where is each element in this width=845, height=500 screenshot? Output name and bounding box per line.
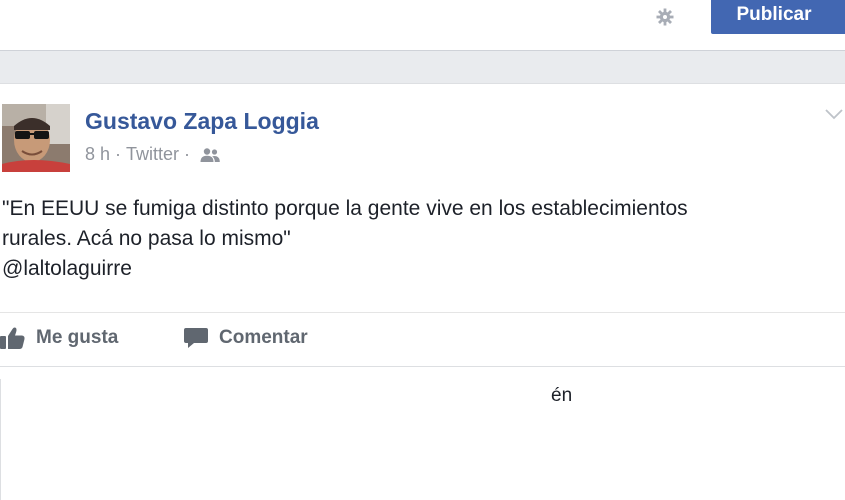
next-post-area: én bbox=[0, 367, 845, 500]
chevron-down-icon[interactable] bbox=[824, 106, 844, 122]
comment-label: Comentar bbox=[219, 327, 308, 348]
gear-icon[interactable] bbox=[655, 7, 675, 27]
partial-text: én bbox=[551, 385, 573, 406]
comment-button[interactable]: Comentar bbox=[183, 326, 308, 350]
composer-footer: Publicar bbox=[0, 0, 845, 51]
meta-separator: · bbox=[184, 144, 191, 164]
post-text-line: rurales. Acá no pasa lo mismo" bbox=[2, 227, 291, 250]
publish-button[interactable]: Publicar bbox=[711, 0, 845, 34]
avatar[interactable] bbox=[2, 104, 70, 172]
post-meta: 8 h · Twitter · bbox=[85, 144, 221, 165]
post-timestamp[interactable]: 8 h bbox=[85, 144, 110, 165]
redacted-block bbox=[0, 379, 553, 500]
post-text-line: @laltolaguirre bbox=[2, 257, 132, 280]
post-source: Twitter bbox=[126, 144, 180, 164]
post-text: "En EEUU se fumiga distinto porque la ge… bbox=[2, 194, 832, 284]
like-label: Me gusta bbox=[36, 327, 119, 348]
post-actions: Me gusta Comentar bbox=[0, 313, 845, 365]
post-text-line: "En EEUU se fumiga distinto porque la ge… bbox=[2, 197, 688, 220]
friends-icon[interactable] bbox=[199, 147, 221, 163]
feed-separator bbox=[0, 51, 845, 84]
facebook-feed: Publicar Gustavo Zapa Loggia 8 h · Twitt… bbox=[0, 0, 845, 500]
like-button[interactable]: Me gusta bbox=[0, 326, 118, 350]
post-card: Gustavo Zapa Loggia 8 h · Twitter · "En … bbox=[0, 84, 845, 366]
comment-icon bbox=[184, 328, 208, 348]
meta-separator: · bbox=[115, 144, 122, 164]
author-name[interactable]: Gustavo Zapa Loggia bbox=[85, 108, 319, 135]
thumbs-up-icon bbox=[0, 327, 25, 349]
